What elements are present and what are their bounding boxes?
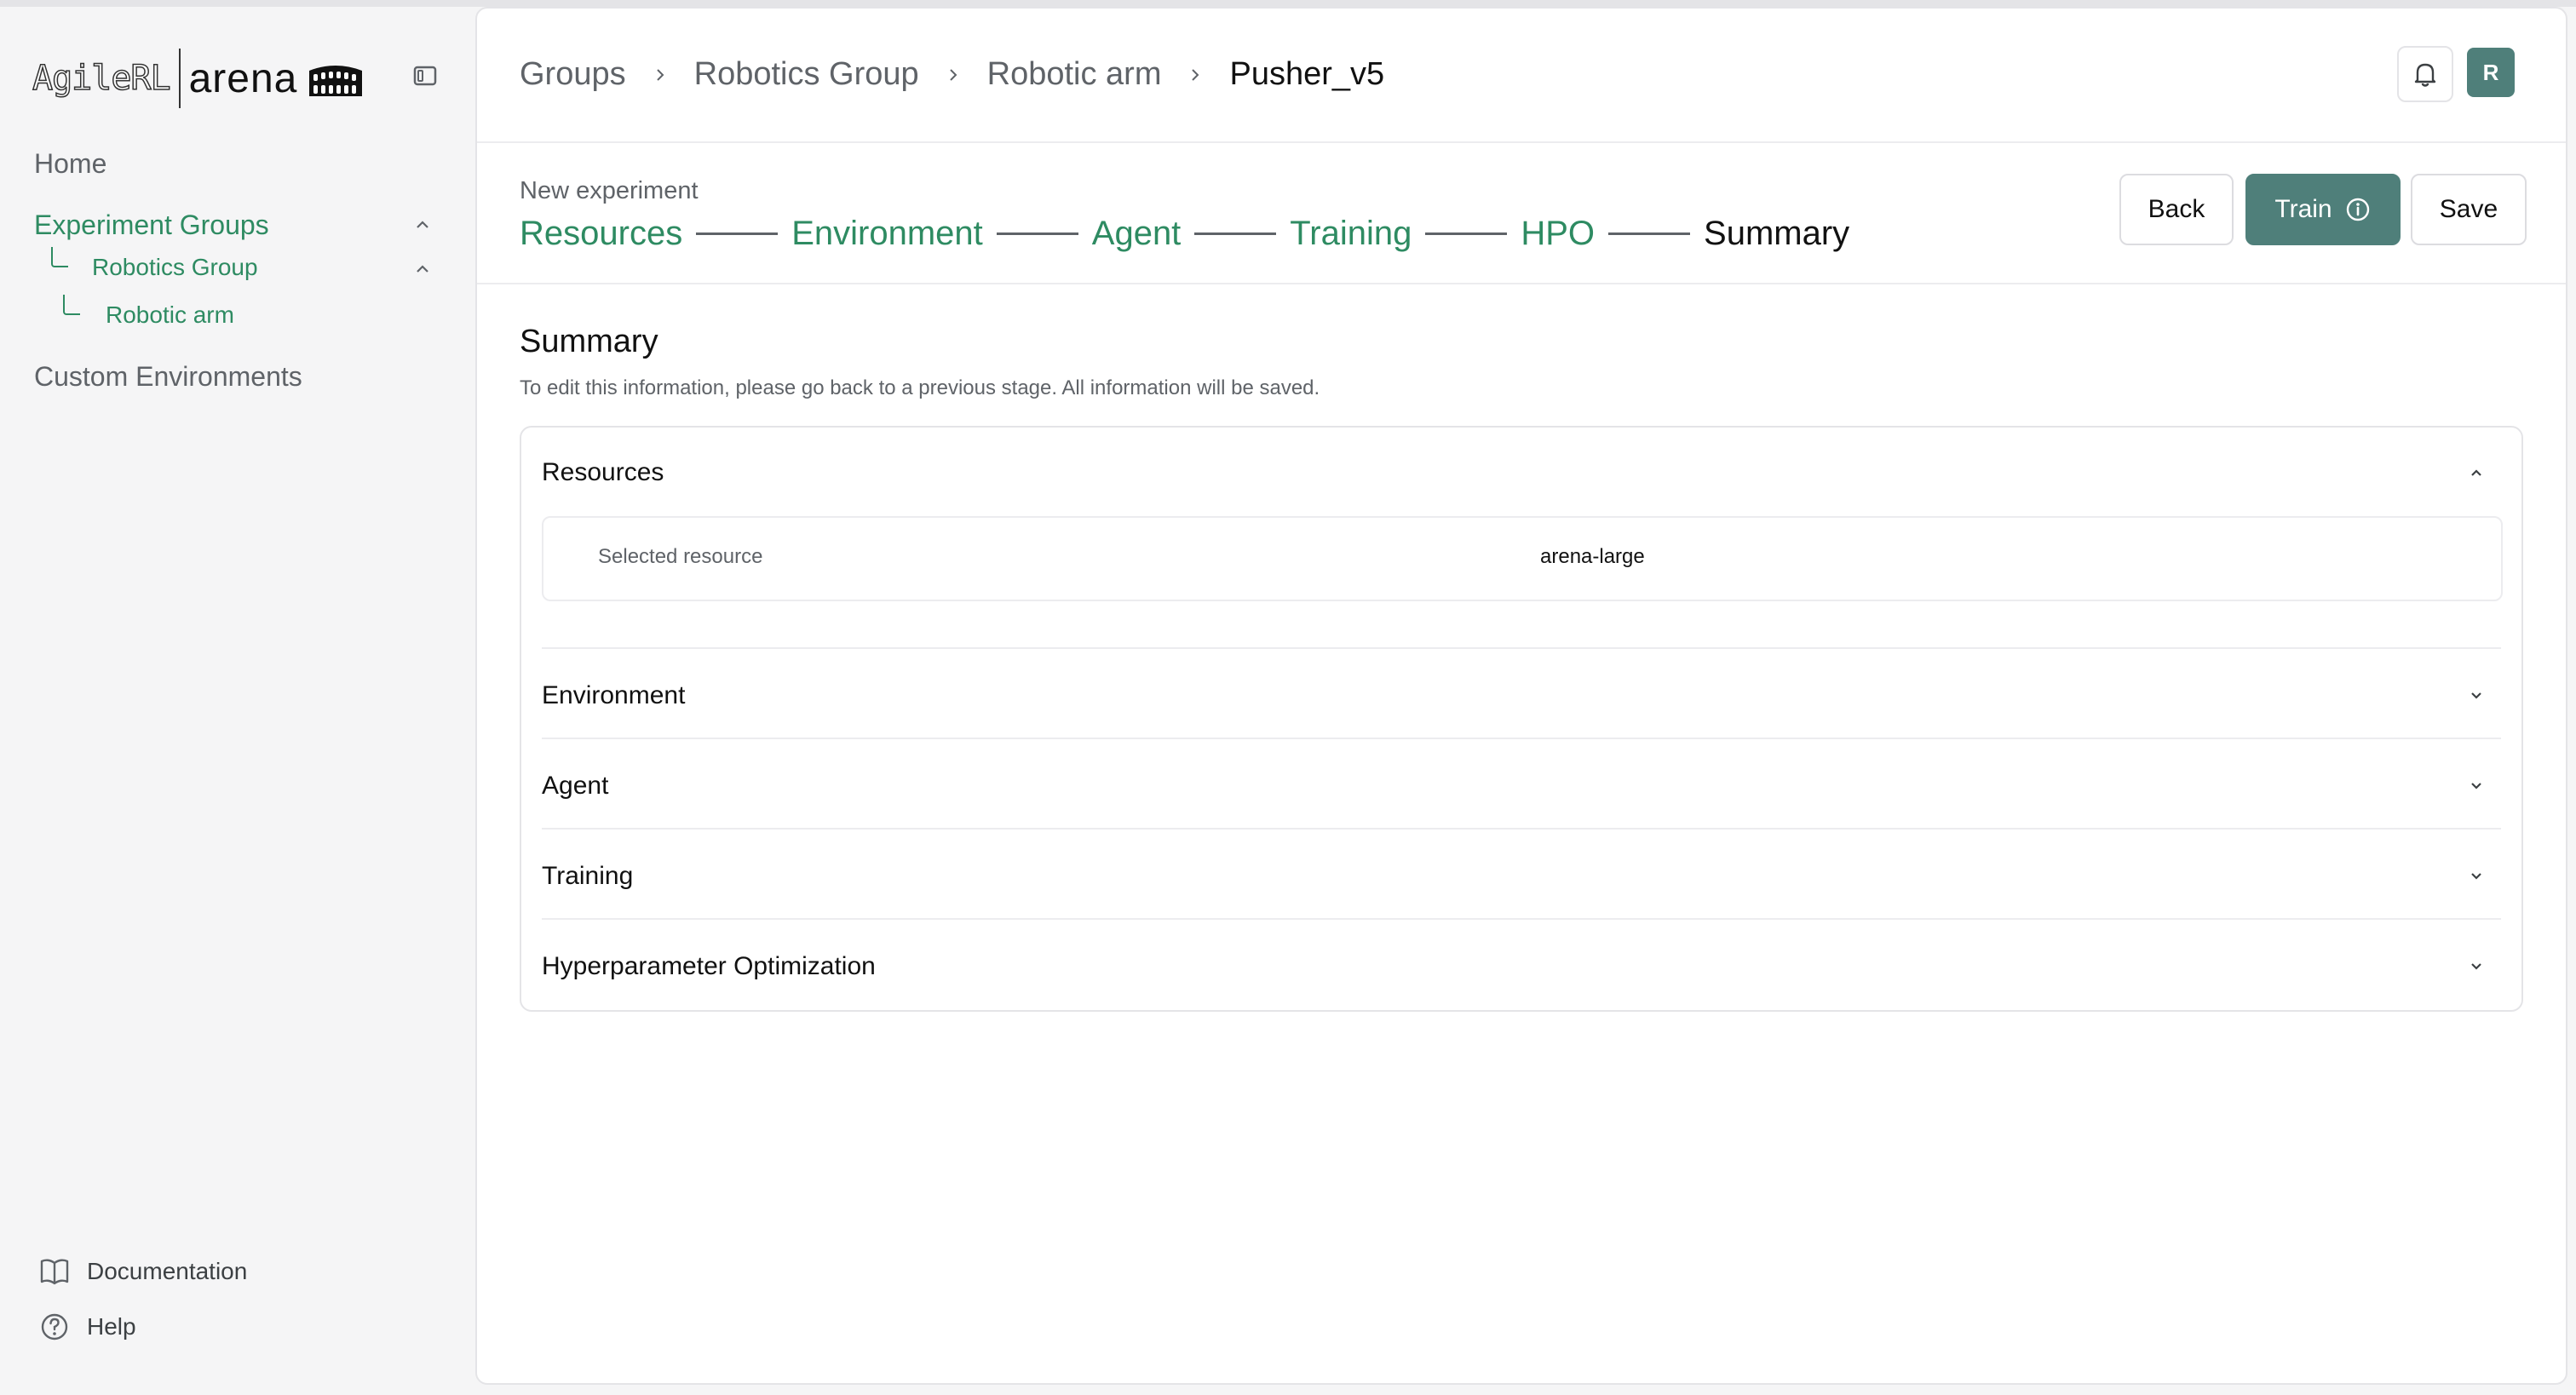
logo-agilerl-text: AgileRL — [32, 58, 171, 99]
accordion-divider — [542, 738, 2501, 739]
chevron-up-icon[interactable] — [2465, 462, 2487, 484]
chevron-right-icon — [1187, 66, 1204, 83]
accordion-divider — [542, 647, 2501, 649]
tree-branch-icon — [51, 247, 68, 267]
sidebar-item-custom-environments[interactable]: Custom Environments — [34, 361, 302, 393]
logo-divider — [178, 49, 181, 108]
save-label: Save — [2439, 195, 2498, 223]
step-resources[interactable]: Resources — [520, 215, 682, 253]
selected-resource-label: Selected resource — [598, 545, 763, 568]
step-hpo[interactable]: HPO — [1521, 215, 1595, 253]
new-experiment-caption: New experiment — [520, 177, 699, 204]
chevron-right-icon — [945, 66, 962, 83]
selected-resource-value: arena-large — [1540, 545, 1645, 568]
stepper: Resources Environment Agent Training HPO… — [520, 215, 1849, 253]
help-label: Help — [87, 1313, 136, 1340]
sidebar: AgileRL arena Home Experiment Groups Rob… — [0, 7, 475, 1395]
notifications-button[interactable] — [2397, 46, 2453, 102]
window-top-border — [0, 0, 2576, 7]
accordion-divider — [542, 828, 2501, 830]
summary-accordion: Resources Selected resource arena-large … — [520, 426, 2523, 1012]
info-icon — [2346, 198, 2369, 221]
accordion-header-agent[interactable]: Agent — [542, 772, 608, 801]
summary-title: Summary — [520, 324, 658, 359]
sidebar-item-experiment-groups[interactable]: Experiment Groups — [34, 210, 269, 241]
colosseum-icon — [309, 66, 363, 96]
accordion-header-hyperparameter-optimization[interactable]: Hyperparameter Optimization — [542, 952, 876, 981]
step-agent[interactable]: Agent — [1092, 215, 1182, 253]
documentation-link[interactable]: Documentation — [39, 1257, 247, 1286]
chevron-down-icon[interactable] — [2465, 685, 2487, 707]
breadcrumb: Groups Robotics Group Robotic arm Pusher… — [520, 56, 1384, 93]
step-connector — [1425, 232, 1508, 235]
documentation-label: Documentation — [87, 1258, 248, 1284]
step-connector — [1194, 232, 1277, 235]
tree-branch-icon — [63, 295, 80, 315]
book-icon — [40, 1259, 69, 1285]
sidebar-item-robotic-arm[interactable]: Robotic arm — [106, 301, 234, 329]
logo-arena-text: arena — [188, 55, 298, 101]
back-button[interactable]: Back — [2119, 174, 2234, 245]
main-panel: Groups Robotics Group Robotic arm Pusher… — [475, 7, 2567, 1385]
experiment-stepper-bar: New experiment Resources Environment Age… — [477, 143, 2566, 284]
resources-detail-box: Selected resource arena-large — [542, 516, 2503, 601]
app-logo[interactable]: AgileRL arena — [32, 46, 365, 111]
step-environment[interactable]: Environment — [791, 215, 983, 253]
accordion-header-resources[interactable]: Resources — [542, 458, 664, 487]
back-label: Back — [2148, 195, 2205, 223]
chevron-down-icon[interactable] — [2465, 775, 2487, 797]
breadcrumb-current-page: Pusher_v5 — [1229, 56, 1385, 92]
accordion-divider — [542, 918, 2501, 920]
chevron-down-icon[interactable] — [2465, 956, 2487, 978]
help-circle-icon — [41, 1313, 68, 1340]
train-button[interactable]: Train — [2245, 174, 2401, 245]
step-connector — [996, 232, 1078, 235]
chevron-down-icon[interactable] — [2465, 865, 2487, 887]
step-connector — [1608, 232, 1691, 235]
sidebar-item-robotics-group[interactable]: Robotics Group — [92, 254, 258, 281]
chevron-up-icon[interactable] — [412, 259, 433, 279]
breadcrumb-groups[interactable]: Groups — [520, 56, 626, 93]
breadcrumb-robotics-group[interactable]: Robotics Group — [694, 56, 919, 93]
top-header: Groups Robotics Group Robotic arm Pusher… — [477, 9, 2566, 143]
sidebar-item-home[interactable]: Home — [34, 148, 106, 180]
train-label: Train — [2274, 195, 2332, 223]
bell-icon — [2414, 63, 2436, 87]
step-training[interactable]: Training — [1290, 215, 1412, 253]
accordion-header-training[interactable]: Training — [542, 862, 633, 891]
step-summary: Summary — [1704, 215, 1850, 252]
help-link[interactable]: Help — [39, 1312, 136, 1342]
summary-description: To edit this information, please go back… — [520, 376, 1320, 399]
user-avatar[interactable]: R — [2467, 48, 2515, 97]
breadcrumb-robotic-arm[interactable]: Robotic arm — [987, 56, 1162, 93]
save-button[interactable]: Save — [2411, 174, 2527, 245]
step-connector — [696, 232, 779, 235]
sidebar-collapse-icon[interactable] — [412, 63, 438, 89]
chevron-up-icon[interactable] — [412, 215, 433, 235]
chevron-right-icon — [652, 66, 669, 83]
accordion-header-environment[interactable]: Environment — [542, 681, 685, 710]
